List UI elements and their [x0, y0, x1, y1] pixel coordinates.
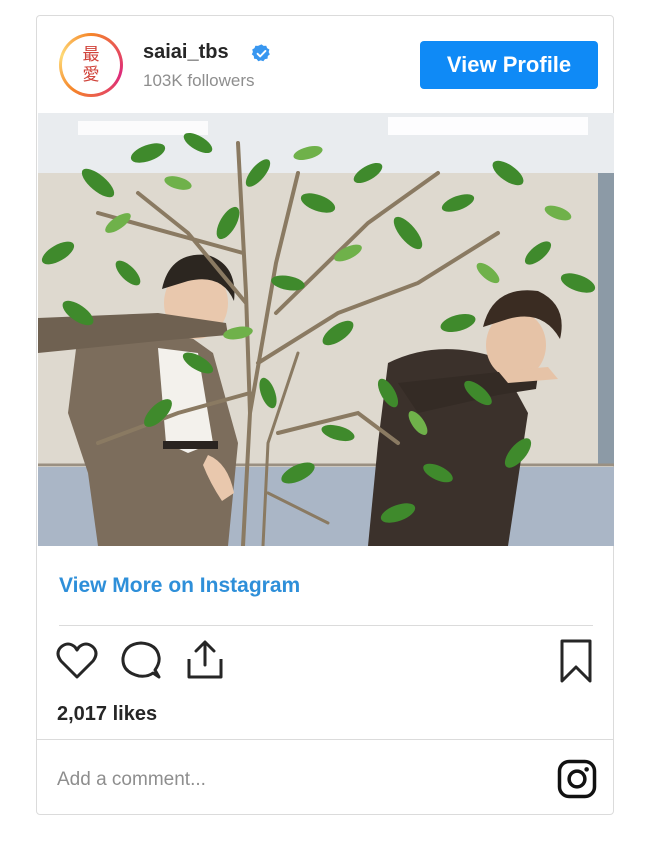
post-photo-illustration — [38, 113, 614, 546]
post-header: 最 愛 saiai_tbs 103K followers View Profil… — [37, 16, 613, 113]
view-more-link[interactable]: View More on Instagram — [59, 574, 300, 598]
avatar-logo: 最 愛 — [68, 42, 114, 88]
heart-icon[interactable] — [53, 637, 101, 685]
bookmark-icon[interactable] — [552, 637, 600, 685]
divider — [37, 739, 613, 740]
view-profile-button[interactable]: View Profile — [420, 41, 598, 89]
avatar[interactable]: 最 愛 — [59, 33, 123, 97]
instagram-icon[interactable] — [556, 758, 598, 800]
instagram-embed-card: 最 愛 saiai_tbs 103K followers View Profil… — [36, 15, 614, 815]
like-count[interactable]: 2,017 likes — [57, 703, 157, 726]
divider — [59, 625, 593, 626]
post-image[interactable] — [38, 113, 614, 546]
share-icon[interactable] — [181, 637, 229, 685]
follower-count: 103K followers — [143, 71, 255, 90]
comment-input[interactable]: Add a comment... — [57, 769, 206, 791]
comment-icon[interactable] — [117, 637, 165, 685]
username[interactable]: saiai_tbs — [143, 41, 229, 64]
verified-badge-icon — [251, 44, 270, 62]
